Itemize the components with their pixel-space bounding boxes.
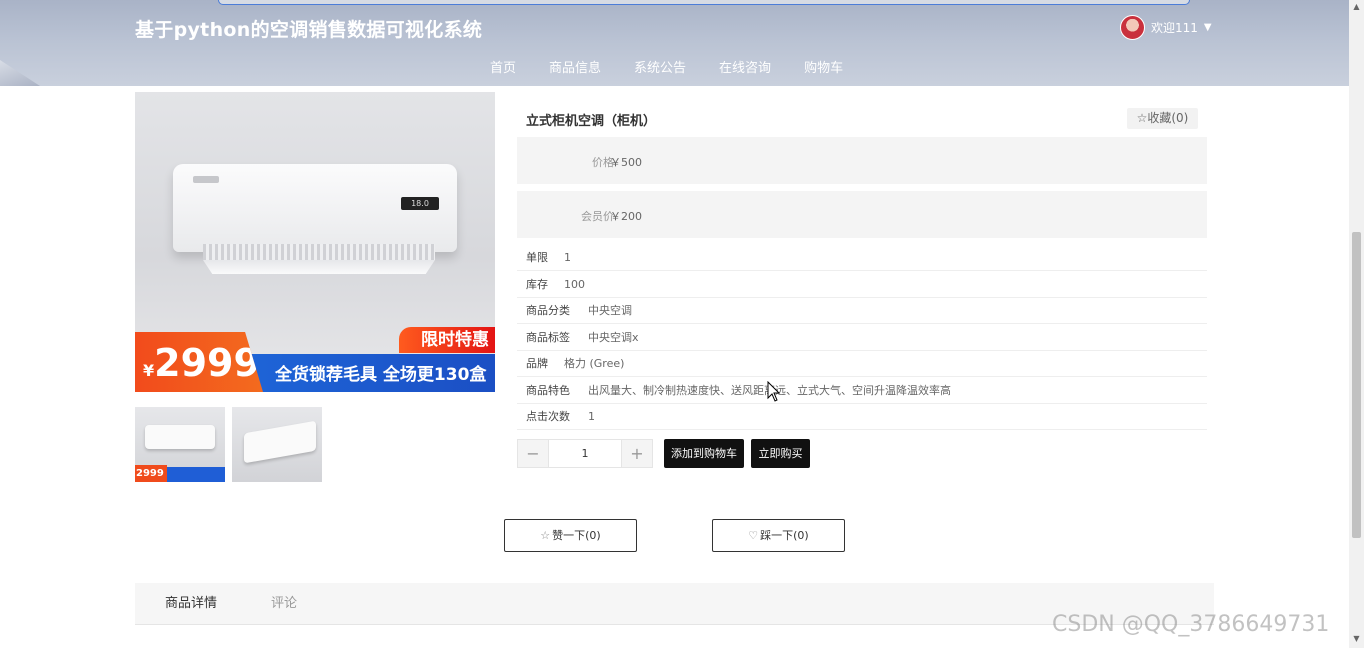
attr-value: 格力 (Gree) <box>564 357 625 370</box>
attr-label: 商品特色 <box>526 384 570 397</box>
tab-comments[interactable]: 评论 <box>271 583 297 624</box>
attr-row-stock: 库存 100 <box>517 272 1207 298</box>
favorite-button[interactable]: ☆收藏(0) <box>1127 108 1198 129</box>
thumbnail-2[interactable] <box>232 407 322 482</box>
quantity-input[interactable]: 1 <box>548 440 622 467</box>
main-nav: 首页 商品信息 系统公告 在线咨询 购物车 <box>490 57 876 76</box>
scroll-up-icon[interactable]: ▲ <box>1349 2 1364 14</box>
attr-row-category: 商品分类 中央空调 <box>517 298 1207 324</box>
price-row: 价格 ￥500 <box>517 137 1207 184</box>
nav-consult[interactable]: 在线咨询 <box>719 57 771 76</box>
attr-label: 单限 <box>526 251 548 264</box>
promo-price: ¥2999 <box>135 332 263 392</box>
like-button[interactable]: ☆ 赞一下(0) <box>504 519 637 552</box>
user-greeting[interactable]: 欢迎111 <box>1151 19 1198 36</box>
browser-top-bar <box>218 0 1190 5</box>
user-menu[interactable]: 欢迎111 ▼ <box>1120 15 1212 40</box>
air-vent <box>203 244 435 260</box>
member-price-value: ￥200 <box>610 210 642 223</box>
attr-row-limit: 单限 1 <box>517 245 1207 271</box>
promo-yen: ¥ <box>143 361 155 380</box>
air-conditioner-illustration: 18.0 <box>173 164 457 274</box>
product-main-image: 18.0 限时特惠 ¥2999 全货锁荐毛具 全场更130盒 <box>135 92 495 392</box>
attr-label: 商品分类 <box>526 304 570 317</box>
scroll-down-icon[interactable]: ▼ <box>1349 634 1364 646</box>
brand-logo <box>193 176 219 183</box>
thumbnail-list: 2999 <box>135 407 322 482</box>
caret-down-icon[interactable]: ▼ <box>1204 22 1212 33</box>
attr-row-tag: 商品标签 中央空调x <box>517 325 1207 351</box>
attr-row-brand: 品牌 格力 (Gree) <box>517 351 1207 377</box>
quantity-decrease-button[interactable]: − <box>518 440 548 467</box>
dislike-button[interactable]: ♡ 踩一下(0) <box>712 519 845 552</box>
quantity-stepper: − 1 + <box>517 439 653 468</box>
attr-label: 商品标签 <box>526 331 570 344</box>
header-decoration <box>0 60 40 86</box>
attr-value: 100 <box>564 278 585 291</box>
buy-now-button[interactable]: 立即购买 <box>751 439 810 468</box>
nav-cart[interactable]: 购物车 <box>804 57 843 76</box>
promo-text: 全货锁荐毛具 全场更130盒 <box>275 365 487 385</box>
mouse-cursor-icon <box>767 381 781 402</box>
attr-value: 1 <box>564 251 571 264</box>
thumbnail-ac <box>244 420 316 464</box>
page: 基于python的空调销售数据可视化系统 欢迎111 ▼ 首页 商品信息 系统公… <box>0 0 1364 648</box>
attr-label: 品牌 <box>526 357 548 370</box>
dislike-label: 踩一下(0) <box>760 529 809 542</box>
product-name: 立式柜机空调（柜机） <box>526 114 657 129</box>
attr-row-features: 商品特色 出风量大、制冷制热速度快、送风距离远、立式大气、空间升温降温效率高 <box>517 378 1207 404</box>
like-label: 赞一下(0) <box>552 529 601 542</box>
page-scrollbar[interactable]: ▲ ▼ <box>1349 0 1364 648</box>
scrollbar-thumb[interactable] <box>1352 232 1361 538</box>
thumbnail-ac <box>145 425 215 449</box>
thumbs-down-icon: ♡ <box>748 529 759 542</box>
avatar[interactable] <box>1120 15 1145 40</box>
promo-price-value: 2999 <box>154 341 260 385</box>
thumbnail-price: 2999 <box>135 465 167 482</box>
promo-tag: 限时特惠 <box>399 327 495 353</box>
attr-row-clicks: 点击次数 1 <box>517 404 1207 430</box>
attr-value: 中央空调x <box>588 331 639 344</box>
site-header: 基于python的空调销售数据可视化系统 欢迎111 ▼ 首页 商品信息 系统公… <box>0 0 1349 86</box>
price-value: ￥500 <box>610 156 642 169</box>
temperature-display: 18.0 <box>401 197 439 210</box>
member-price-row: 会员价 ￥200 <box>517 191 1207 238</box>
nav-products[interactable]: 商品信息 <box>549 57 601 76</box>
attr-label: 点击次数 <box>526 410 570 423</box>
watermark: CSDN @QQ_3786649731 <box>1052 612 1330 637</box>
tab-product-details[interactable]: 商品详情 <box>165 583 217 624</box>
site-title: 基于python的空调销售数据可视化系统 <box>135 19 483 41</box>
thumbs-up-icon: ☆ <box>540 529 551 542</box>
add-to-cart-button[interactable]: 添加到购物车 <box>664 439 744 468</box>
attr-value: 1 <box>588 410 595 423</box>
nav-home[interactable]: 首页 <box>490 57 516 76</box>
nav-announcements[interactable]: 系统公告 <box>634 57 686 76</box>
thumbnail-1[interactable]: 2999 <box>135 407 225 482</box>
attr-label: 库存 <box>526 278 548 291</box>
attr-value: 中央空调 <box>588 304 632 317</box>
air-flap <box>203 260 435 274</box>
quantity-increase-button[interactable]: + <box>622 440 652 467</box>
